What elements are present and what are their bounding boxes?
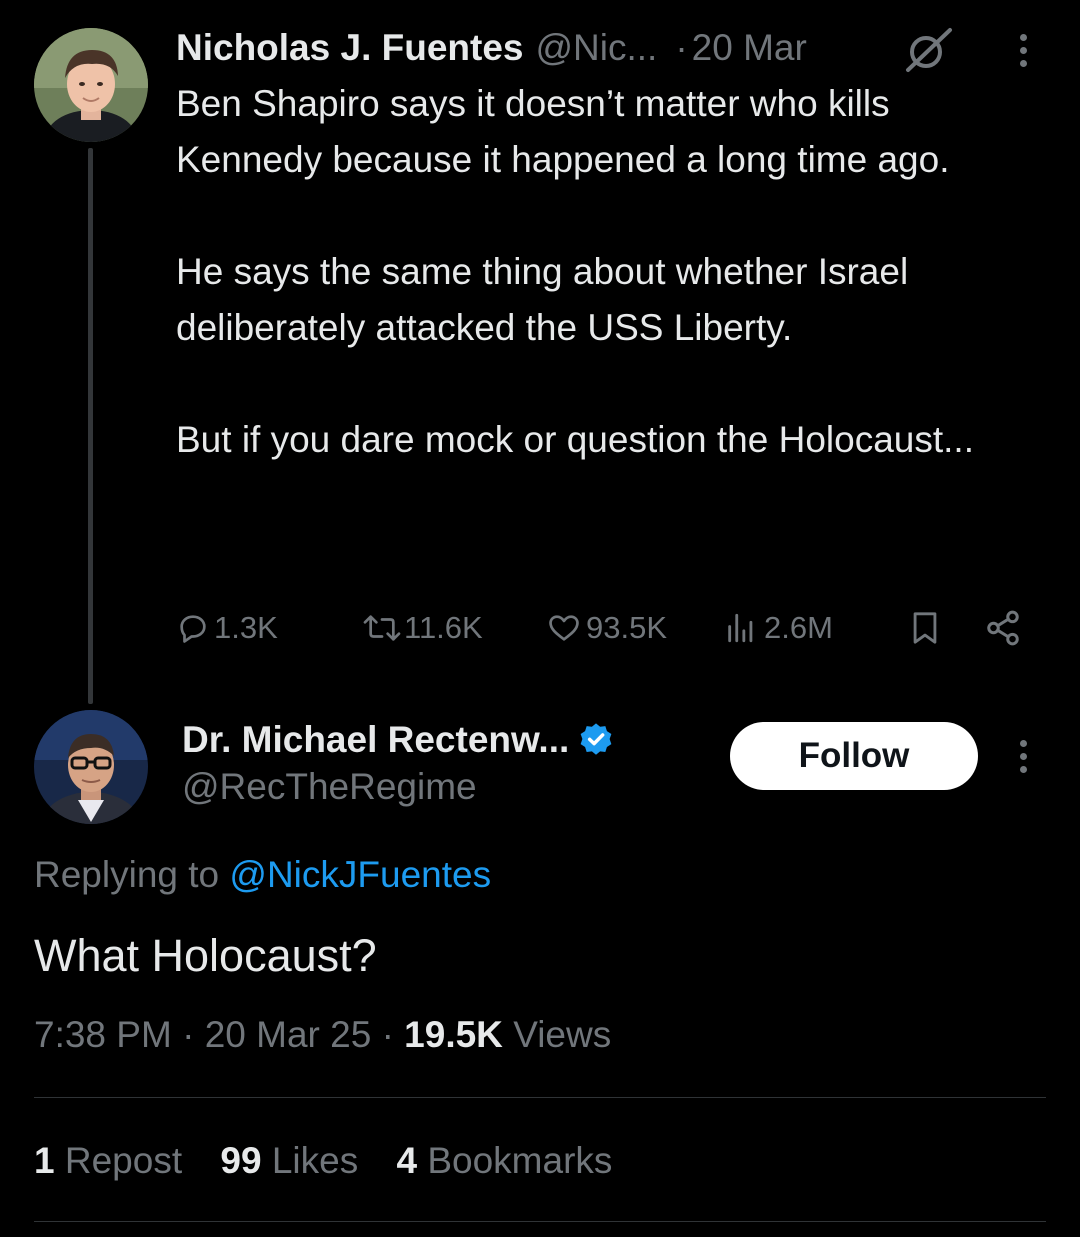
tweet-paragraph: He says the same thing about whether Isr… <box>176 251 909 348</box>
reply-text: What Holocaust? <box>34 930 377 981</box>
avatar[interactable] <box>34 28 148 142</box>
replying-to-prefix: Replying to <box>34 854 220 895</box>
reply-count: 1.3K <box>214 610 278 645</box>
divider <box>34 1221 1046 1222</box>
reposts-number: 1 <box>34 1140 55 1181</box>
reply-button[interactable]: 1.3K <box>176 606 278 650</box>
views-number: 19.5K <box>404 1014 503 1055</box>
views-label: Views <box>513 1014 612 1055</box>
verified-badge-icon <box>577 721 615 759</box>
repost-count: 11.6K <box>404 610 483 645</box>
follow-button[interactable]: Follow <box>730 722 978 790</box>
views-icon <box>728 613 753 643</box>
tweet-body: Ben Shapiro says it doesn’t matter who k… <box>176 76 1036 468</box>
more-icon[interactable] <box>1018 740 1028 773</box>
tweet-date[interactable]: 20 Mar <box>692 27 807 69</box>
likes-label: Likes <box>271 1140 359 1181</box>
engagement-row: 1 Repost 99 Likes 4 Bookmarks <box>34 1140 612 1182</box>
tweet-full-date[interactable]: 20 Mar 25 <box>205 1014 372 1055</box>
bookmark-icon <box>913 612 937 644</box>
author-name[interactable]: Nicholas J. Fuentes <box>176 27 524 69</box>
like-count: 93.5K <box>586 610 668 645</box>
views-button[interactable]: 2.6M <box>724 606 833 650</box>
like-button[interactable]: 93.5K <box>546 606 667 650</box>
avatar[interactable] <box>34 710 148 824</box>
tweet-paragraph: But if you dare mock or question the Hol… <box>176 419 974 460</box>
repost-button[interactable]: 11.6K <box>360 606 483 650</box>
avatar-image <box>34 710 148 824</box>
meta-separator: · <box>182 1014 205 1055</box>
bookmarks-stat[interactable]: 4 Bookmarks <box>396 1140 612 1181</box>
share-button[interactable] <box>984 606 1022 650</box>
tweet-time[interactable]: 7:38 PM <box>34 1014 172 1055</box>
tweet-paragraph: Ben Shapiro says it doesn’t matter who k… <box>176 83 950 180</box>
grok-icon[interactable] <box>902 26 956 74</box>
reposts-label: Repost <box>64 1140 183 1181</box>
reply-author-handle[interactable]: @RecTheRegime <box>182 766 477 808</box>
reply-author-row: Dr. Michael Rectenw... <box>182 716 615 764</box>
reposts-stat[interactable]: 1 Repost <box>34 1140 192 1181</box>
like-icon <box>549 615 579 641</box>
divider <box>34 1097 1046 1098</box>
likes-stat[interactable]: 99 Likes <box>220 1140 368 1181</box>
bookmark-button[interactable] <box>908 606 942 650</box>
bookmarks-number: 4 <box>396 1140 418 1181</box>
share-icon <box>987 610 1019 646</box>
tweet-actions: 1.3K 11.6K 93.5K 2.6M <box>176 606 1036 650</box>
bookmarks-label: Bookmarks <box>427 1140 613 1181</box>
more-icon[interactable] <box>1018 34 1028 67</box>
replying-to-line: Replying to @NickJFuentes <box>34 854 491 896</box>
thread-line <box>88 148 93 704</box>
tweet-meta: 7:38 PM · 20 Mar 25 · 19.5K Views <box>34 1014 611 1056</box>
replying-to-link[interactable]: @NickJFuentes <box>229 854 491 895</box>
likes-number: 99 <box>220 1140 262 1181</box>
meta-separator: · <box>381 1014 405 1055</box>
views-count: 2.6M <box>764 610 833 645</box>
reply-icon <box>180 615 206 643</box>
separator-dot: · <box>675 27 688 68</box>
reply-author-name[interactable]: Dr. Michael Rectenw... <box>182 719 569 761</box>
tweet-header: Nicholas J. Fuentes @Nic... · 20 Mar <box>176 24 807 72</box>
repost-icon <box>363 615 401 641</box>
avatar-image <box>34 28 148 142</box>
author-handle[interactable]: @Nic... <box>536 27 658 69</box>
